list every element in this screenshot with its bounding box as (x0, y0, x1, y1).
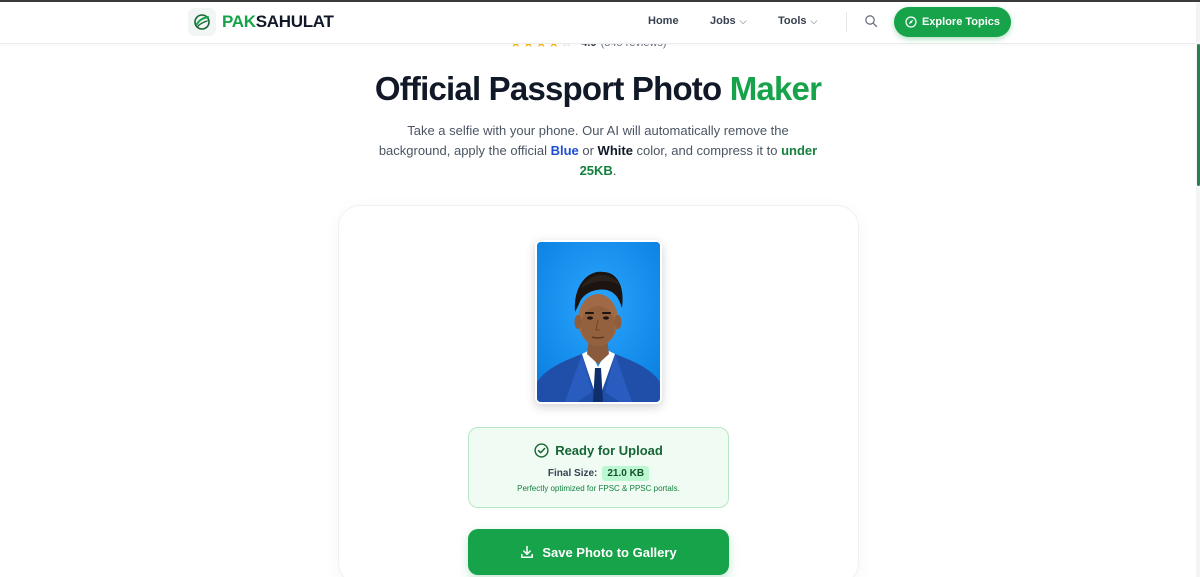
site-header: PAKSAHULAT Home Jobs ⌵ Tools ⌵ Explore Top… (0, 2, 1196, 44)
explore-topics-label: Explore Topics (921, 16, 1001, 28)
status-heading: Ready for Upload (469, 443, 728, 458)
search-icon (865, 15, 878, 28)
save-photo-label: Save Photo to Gallery (542, 544, 677, 560)
page-title: Official Passport Photo Maker (374, 70, 822, 107)
globe-leaf-icon (188, 8, 216, 36)
final-size-label: Final Size: (547, 468, 598, 479)
save-photo-button[interactable]: Save Photo to Gallery (468, 529, 729, 575)
status-title: Ready for Upload (555, 443, 663, 458)
window-top-border (0, 0, 1200, 2)
logo-text: PAKSAHULAT (222, 12, 334, 31)
final-size-row: Final Size: 21.0 KB (469, 466, 728, 481)
passport-photo-preview (535, 240, 662, 404)
chevron-down-icon: ⌵ (739, 15, 747, 26)
compass-icon (905, 16, 917, 28)
nav-jobs[interactable]: Jobs ⌵ (710, 15, 747, 27)
nav-home[interactable]: Home (648, 15, 679, 27)
site-logo[interactable]: PAKSAHULAT (188, 8, 334, 36)
download-icon (520, 545, 534, 559)
header-divider (846, 12, 847, 32)
search-button[interactable] (864, 14, 880, 30)
explore-topics-button[interactable]: Explore Topics (894, 7, 1011, 37)
nav-tools[interactable]: Tools ⌵ (778, 15, 817, 27)
page-description: Take a selfie with your phone. Our AI wi… (378, 123, 818, 178)
check-circle-icon (534, 443, 549, 458)
status-note: Perfectly optimized for FPSC & PPSC port… (517, 484, 680, 493)
chevron-down-icon: ⌵ (810, 15, 818, 26)
upload-status-box: Ready for Upload Final Size: 21.0 KB Per… (468, 427, 729, 508)
final-size-badge: 21.0 KB (602, 466, 650, 481)
